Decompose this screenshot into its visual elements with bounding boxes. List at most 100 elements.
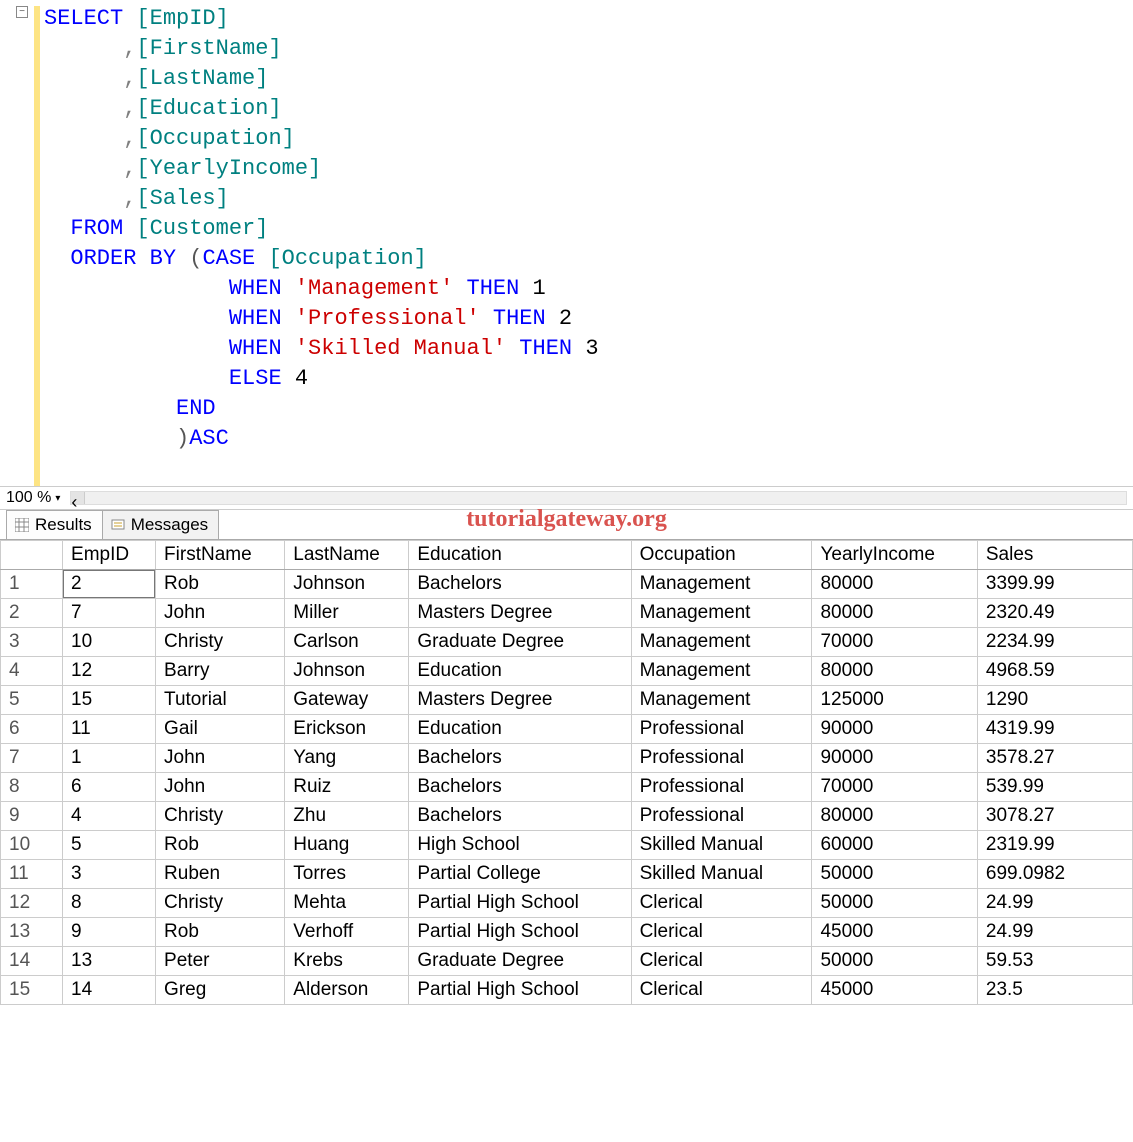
table-row[interactable]: 12RobJohnsonBachelorsManagement800003399… <box>1 570 1133 599</box>
cell[interactable]: Clerical <box>631 976 812 1005</box>
cell[interactable]: 10 <box>63 628 156 657</box>
row-number[interactable]: 12 <box>1 889 63 918</box>
table-row[interactable]: 113RubenTorresPartial CollegeSkilled Man… <box>1 860 1133 889</box>
table-row[interactable]: 310ChristyCarlsonGraduate DegreeManageme… <box>1 628 1133 657</box>
cell[interactable]: Masters Degree <box>409 686 631 715</box>
cell[interactable]: Ruiz <box>285 773 409 802</box>
cell[interactable]: Management <box>631 686 812 715</box>
row-number[interactable]: 9 <box>1 802 63 831</box>
cell[interactable]: Professional <box>631 744 812 773</box>
cell[interactable]: Management <box>631 657 812 686</box>
cell[interactable]: Miller <box>285 599 409 628</box>
row-number[interactable]: 1 <box>1 570 63 599</box>
table-row[interactable]: 139RobVerhoffPartial High SchoolClerical… <box>1 918 1133 947</box>
cell[interactable]: Management <box>631 599 812 628</box>
table-row[interactable]: 128ChristyMehtaPartial High SchoolCleric… <box>1 889 1133 918</box>
cell[interactable]: 6 <box>63 773 156 802</box>
cell[interactable]: Clerical <box>631 918 812 947</box>
cell[interactable]: John <box>156 744 285 773</box>
cell[interactable]: 70000 <box>812 628 977 657</box>
cell[interactable]: 125000 <box>812 686 977 715</box>
cell[interactable]: 7 <box>63 599 156 628</box>
cell[interactable]: 14 <box>63 976 156 1005</box>
scroll-nib-left[interactable]: ‹ <box>71 492 85 504</box>
cell[interactable]: 4 <box>63 802 156 831</box>
cell[interactable]: Clerical <box>631 947 812 976</box>
cell[interactable]: 2319.99 <box>977 831 1132 860</box>
row-number[interactable]: 3 <box>1 628 63 657</box>
cell[interactable]: Rob <box>156 918 285 947</box>
table-row[interactable]: 94ChristyZhuBachelorsProfessional8000030… <box>1 802 1133 831</box>
cell[interactable]: 539.99 <box>977 773 1132 802</box>
table-row[interactable]: 1413PeterKrebsGraduate DegreeClerical500… <box>1 947 1133 976</box>
tab-results[interactable]: Results <box>6 510 103 539</box>
cell[interactable]: 50000 <box>812 889 977 918</box>
corner-cell[interactable] <box>1 541 63 570</box>
table-row[interactable]: 27JohnMillerMasters DegreeManagement8000… <box>1 599 1133 628</box>
row-number[interactable]: 6 <box>1 715 63 744</box>
cell[interactable]: Professional <box>631 802 812 831</box>
cell[interactable]: Yang <box>285 744 409 773</box>
cell[interactable]: Gail <box>156 715 285 744</box>
cell[interactable]: 80000 <box>812 657 977 686</box>
col-header-empid[interactable]: EmpID <box>63 541 156 570</box>
row-number[interactable]: 11 <box>1 860 63 889</box>
cell[interactable]: 3399.99 <box>977 570 1132 599</box>
cell[interactable]: Huang <box>285 831 409 860</box>
cell[interactable]: 80000 <box>812 570 977 599</box>
cell[interactable]: 45000 <box>812 918 977 947</box>
sql-editor[interactable]: − SELECT [EmpID] ,[FirstName] ,[LastName… <box>0 0 1133 486</box>
code-area[interactable]: SELECT [EmpID] ,[FirstName] ,[LastName] … <box>44 0 1133 486</box>
row-number[interactable]: 8 <box>1 773 63 802</box>
cell[interactable]: Professional <box>631 773 812 802</box>
cell[interactable]: Christy <box>156 802 285 831</box>
cell[interactable]: Rob <box>156 570 285 599</box>
cell[interactable]: 60000 <box>812 831 977 860</box>
cell[interactable]: Carlson <box>285 628 409 657</box>
cell[interactable]: Alderson <box>285 976 409 1005</box>
row-number[interactable]: 13 <box>1 918 63 947</box>
cell[interactable]: Bachelors <box>409 802 631 831</box>
cell[interactable]: Masters Degree <box>409 599 631 628</box>
cell[interactable]: Graduate Degree <box>409 947 631 976</box>
cell[interactable]: 3 <box>63 860 156 889</box>
cell[interactable]: 80000 <box>812 802 977 831</box>
cell[interactable]: 90000 <box>812 715 977 744</box>
cell[interactable]: Peter <box>156 947 285 976</box>
cell[interactable]: Mehta <box>285 889 409 918</box>
cell[interactable]: Bachelors <box>409 570 631 599</box>
cell[interactable]: Johnson <box>285 657 409 686</box>
cell[interactable]: John <box>156 599 285 628</box>
cell[interactable]: Erickson <box>285 715 409 744</box>
cell[interactable]: Partial High School <box>409 918 631 947</box>
cell[interactable]: Ruben <box>156 860 285 889</box>
cell[interactable]: 3078.27 <box>977 802 1132 831</box>
cell[interactable]: 11 <box>63 715 156 744</box>
col-header-yearlyincome[interactable]: YearlyIncome <box>812 541 977 570</box>
horizontal-scrollbar[interactable]: ‹ <box>70 491 1127 505</box>
cell[interactable]: Bachelors <box>409 773 631 802</box>
cell[interactable]: High School <box>409 831 631 860</box>
table-row[interactable]: 1514GregAldersonPartial High SchoolCleri… <box>1 976 1133 1005</box>
cell[interactable]: 50000 <box>812 860 977 889</box>
col-header-firstname[interactable]: FirstName <box>156 541 285 570</box>
cell[interactable]: Verhoff <box>285 918 409 947</box>
cell[interactable]: Tutorial <box>156 686 285 715</box>
cell[interactable]: Torres <box>285 860 409 889</box>
col-header-education[interactable]: Education <box>409 541 631 570</box>
cell[interactable]: 5 <box>63 831 156 860</box>
cell[interactable]: 1 <box>63 744 156 773</box>
cell[interactable]: 24.99 <box>977 918 1132 947</box>
row-number[interactable]: 15 <box>1 976 63 1005</box>
cell[interactable]: Christy <box>156 889 285 918</box>
table-row[interactable]: 611GailEricksonEducationProfessional9000… <box>1 715 1133 744</box>
row-number[interactable]: 7 <box>1 744 63 773</box>
table-row[interactable]: 86JohnRuizBachelorsProfessional70000539.… <box>1 773 1133 802</box>
cell[interactable]: Management <box>631 628 812 657</box>
cell[interactable]: 3578.27 <box>977 744 1132 773</box>
col-header-occupation[interactable]: Occupation <box>631 541 812 570</box>
cell[interactable]: 50000 <box>812 947 977 976</box>
cell[interactable]: 24.99 <box>977 889 1132 918</box>
cell[interactable]: Education <box>409 657 631 686</box>
cell[interactable]: Partial High School <box>409 889 631 918</box>
